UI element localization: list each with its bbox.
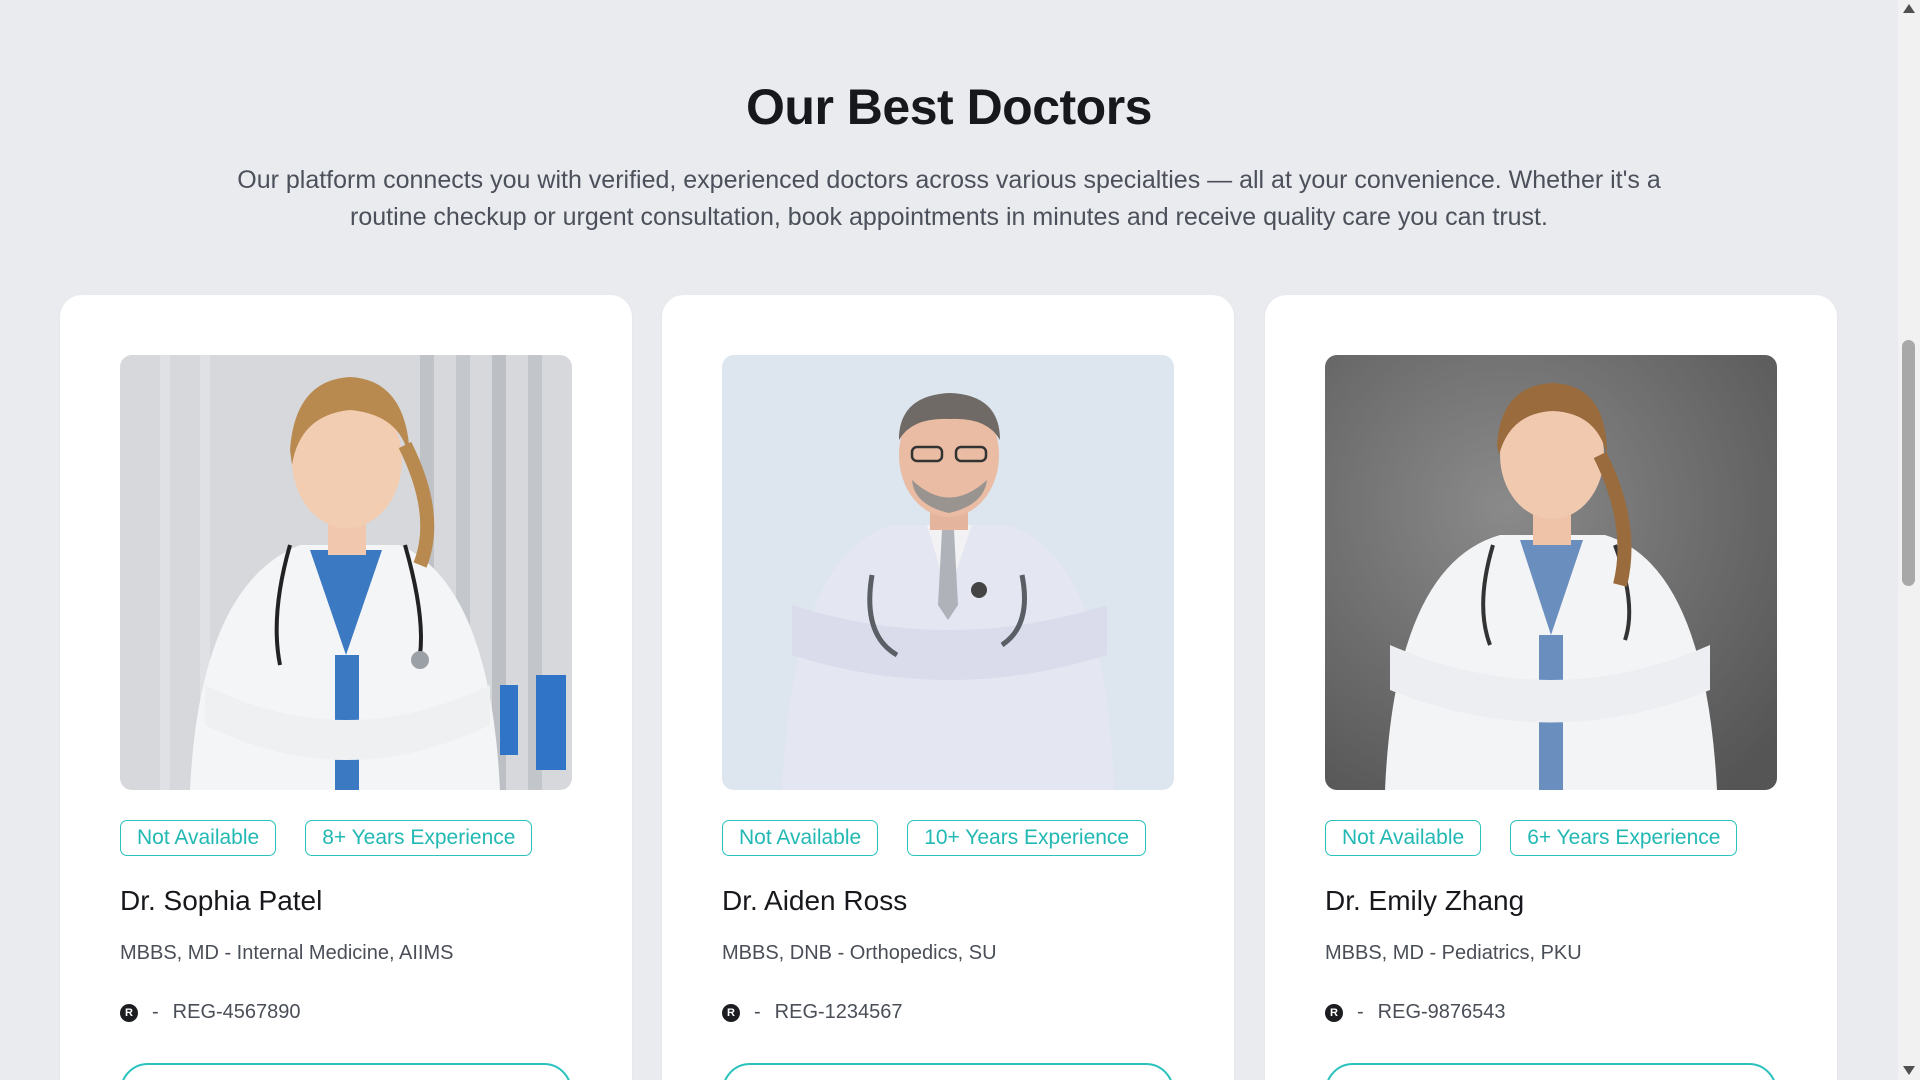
registration-separator: - (152, 1001, 159, 1023)
availability-badge: Not Available (1325, 820, 1482, 856)
doctor-photo (120, 355, 572, 790)
registered-icon: R (722, 1003, 740, 1022)
doctor-qualification: MBBS, MD - Internal Medicine, AIIMS (120, 942, 454, 964)
doctor-name: Dr. Aiden Ross (722, 885, 908, 916)
page: Our Best Doctors Our platform connects y… (0, 0, 1920, 1080)
doctor-photo-image (120, 355, 572, 790)
registered-icon: R (1325, 1003, 1343, 1022)
doctor-photo (1325, 355, 1777, 790)
doctors-section: Our Best Doctors Our platform connects y… (0, 0, 1898, 1080)
doctor-qualification: MBBS, DNB - Orthopedics, SU (722, 942, 997, 964)
book-appointment-button[interactable] (120, 1063, 572, 1080)
book-appointment-button[interactable] (1325, 1063, 1777, 1080)
section-description: Our platform connects you with verified,… (237, 166, 1661, 231)
experience-badge: 6+ Years Experience (1510, 820, 1738, 856)
registration-separator: - (754, 1001, 761, 1023)
vertical-scrollbar[interactable] (1898, 0, 1920, 1080)
experience-badge: 8+ Years Experience (305, 820, 533, 856)
doctor-photo (722, 355, 1174, 790)
registration-number: REG-1234567 (774, 1001, 903, 1023)
scroll-up-arrow-icon[interactable] (1903, 4, 1915, 13)
registration-row: R - REG-4567890 (120, 1001, 301, 1024)
doctor-badges: Not Available 10+ Years Experience (722, 820, 1147, 856)
section-title: Our Best Doctors (746, 79, 1152, 135)
availability-badge: Not Available (120, 820, 277, 856)
doctor-badges: Not Available 8+ Years Experience (120, 820, 533, 856)
registered-icon: R (120, 1003, 138, 1022)
registration-number: REG-4567890 (172, 1001, 301, 1023)
doctor-photo-image (1325, 355, 1777, 790)
doctor-badges: Not Available 6+ Years Experience (1325, 820, 1738, 856)
doctor-name: Dr. Emily Zhang (1325, 885, 1525, 916)
doctor-qualification: MBBS, MD - Pediatrics, PKU (1325, 942, 1582, 964)
registration-separator: - (1357, 1001, 1364, 1023)
availability-badge: Not Available (722, 820, 879, 856)
doctor-card: Not Available 8+ Years Experience Dr. So… (60, 295, 632, 1080)
registration-row: R - REG-1234567 (722, 1001, 903, 1024)
doctor-name: Dr. Sophia Patel (120, 885, 323, 916)
doctor-card: Not Available 10+ Years Experience Dr. A… (662, 295, 1234, 1080)
doctor-card: Not Available 6+ Years Experience Dr. Em… (1265, 295, 1837, 1080)
book-appointment-button[interactable] (722, 1063, 1174, 1080)
doctor-photo-image (722, 355, 1174, 790)
registration-number: REG-9876543 (1377, 1001, 1506, 1023)
scrollbar-thumb[interactable] (1902, 340, 1915, 586)
registration-row: R - REG-9876543 (1325, 1001, 1506, 1024)
experience-badge: 10+ Years Experience (907, 820, 1147, 856)
scroll-down-arrow-icon[interactable] (1903, 1066, 1915, 1075)
